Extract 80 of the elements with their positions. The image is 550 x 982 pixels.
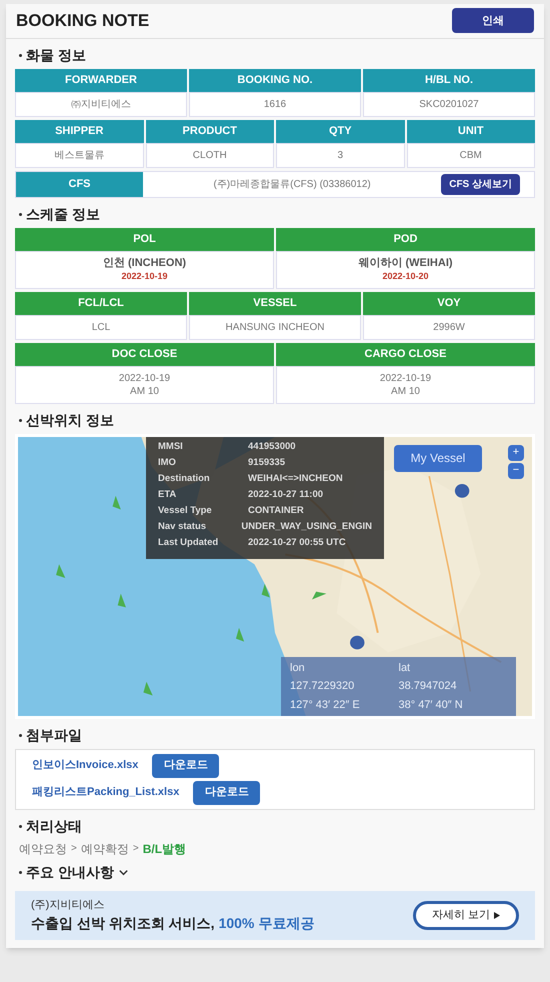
bullet-icon	[19, 734, 22, 736]
table-cell: HANSUNG INCHEON	[189, 314, 361, 340]
column-header: POL	[15, 228, 274, 250]
column-header: VOY	[363, 292, 535, 314]
triangle-icon	[494, 912, 500, 919]
info-value: 441953000	[248, 440, 296, 454]
table-cell: 2022-10-19 AM 10	[276, 366, 535, 404]
table-cell: CLOTH	[146, 142, 274, 168]
row-header: CFS	[16, 172, 143, 196]
bullet-icon	[19, 54, 22, 56]
bullet-icon	[19, 824, 22, 828]
coordinate-value: 38° 47′ 40″ N	[398, 698, 464, 713]
info-value: UNDER_WAY_USING_ENGIN	[241, 520, 372, 534]
column-header: FORWARDER	[15, 68, 187, 92]
info-label: Vessel Type	[158, 504, 213, 518]
column-header: UNIT	[406, 120, 535, 142]
status-step: B/L발행	[142, 840, 186, 858]
status-step: 예약요청	[19, 840, 67, 858]
table-cell: 2996W	[363, 314, 535, 340]
coordinate-label: lat	[398, 660, 412, 676]
coordinate-value: 127.7229320	[290, 679, 356, 694]
info-label: Nav status	[158, 520, 208, 534]
table-cell: 베스트물류	[15, 142, 144, 168]
column-header: DOC CLOSE	[15, 342, 274, 366]
section-title: 처리상태	[26, 816, 82, 836]
zoom-out-button[interactable]: −	[508, 462, 524, 478]
coordinate-value: 38.7947024	[398, 679, 458, 694]
details-button[interactable]: 자세히 보기	[412, 900, 519, 930]
column-header: VESSEL	[189, 292, 361, 314]
info-label: MMSI	[158, 440, 184, 454]
company-name: (주)지비티에스	[31, 898, 106, 912]
table-cell: 3	[276, 142, 404, 168]
table-cell: SKC0201027	[363, 92, 535, 116]
column-header: QTY	[276, 120, 404, 142]
notice-toggle[interactable]: 주요 안내사항	[15, 862, 133, 882]
section-title: 스케줄 정보	[26, 204, 100, 224]
coordinate-label: lon	[290, 660, 306, 676]
table-cell: 웨이하이 (WEIHAI) 2022-10-20	[276, 250, 535, 288]
column-header: BOOKING NO.	[189, 68, 361, 92]
bullet-icon	[19, 212, 22, 216]
info-label: ETA	[158, 488, 178, 502]
info-value: CONTAINER	[248, 504, 304, 518]
section-title: 첨부파일	[26, 726, 82, 744]
download-button[interactable]: 다운로드	[152, 754, 220, 778]
status-step: 예약확정	[80, 840, 129, 858]
zoom-in-button[interactable]: +	[508, 444, 524, 460]
column-header: SHIPPER	[15, 120, 144, 142]
my-vessel-button[interactable]: My Vessel	[394, 444, 482, 472]
info-value: 9159335	[248, 456, 285, 470]
info-label: Last Updated	[158, 536, 220, 550]
page-title: BOOKING NOTE	[16, 10, 150, 32]
table-cell: ㈜지비티에스	[15, 92, 187, 116]
info-value: 2022-10-27 00:55 UTC	[248, 536, 346, 550]
separator-icon: >	[71, 841, 77, 856]
table-cell: 1616	[189, 92, 361, 116]
column-header: CARGO CLOSE	[276, 342, 535, 366]
info-value: 2022-10-27 11:00	[248, 488, 324, 502]
table-cell: 인천 (INCHEON) 2022-10-19	[15, 250, 274, 288]
section-title: 화물 정보	[26, 46, 86, 64]
table-cell: CBM	[406, 142, 535, 168]
download-button[interactable]: 다운로드	[193, 780, 260, 804]
bullet-icon	[19, 418, 22, 422]
table-cell: LCL	[15, 314, 187, 340]
table-cell: 2022-10-19 AM 10	[15, 366, 274, 404]
separator-icon: >	[132, 841, 139, 856]
print-button[interactable]: 인쇄	[452, 8, 534, 34]
column-header: H/BL NO.	[363, 68, 535, 92]
info-value: WEIHAI<=>INCHEON	[248, 472, 343, 486]
column-header: POD	[276, 228, 535, 250]
cfs-detail-button[interactable]: CFS 상세보기	[441, 174, 520, 194]
info-label: Destination	[158, 472, 211, 486]
file-link[interactable]: 패킹리스트Packing_List.xlsx	[32, 784, 180, 801]
coordinate-value: 127° 43′ 22″ E	[290, 698, 361, 713]
section-title: 선박위치 정보	[26, 410, 114, 430]
banner-message: 수출입 선박 위치조회 서비스, 100% 무료제공	[31, 914, 314, 933]
cfs-value: (주)마레종합물류(CFS) (03386012)	[212, 178, 372, 192]
info-label: IMO	[158, 456, 177, 470]
column-header: FCL/LCL	[15, 292, 187, 314]
column-header: PRODUCT	[146, 120, 274, 142]
file-link[interactable]: 인보이스Invoice.xlsx	[32, 757, 138, 774]
